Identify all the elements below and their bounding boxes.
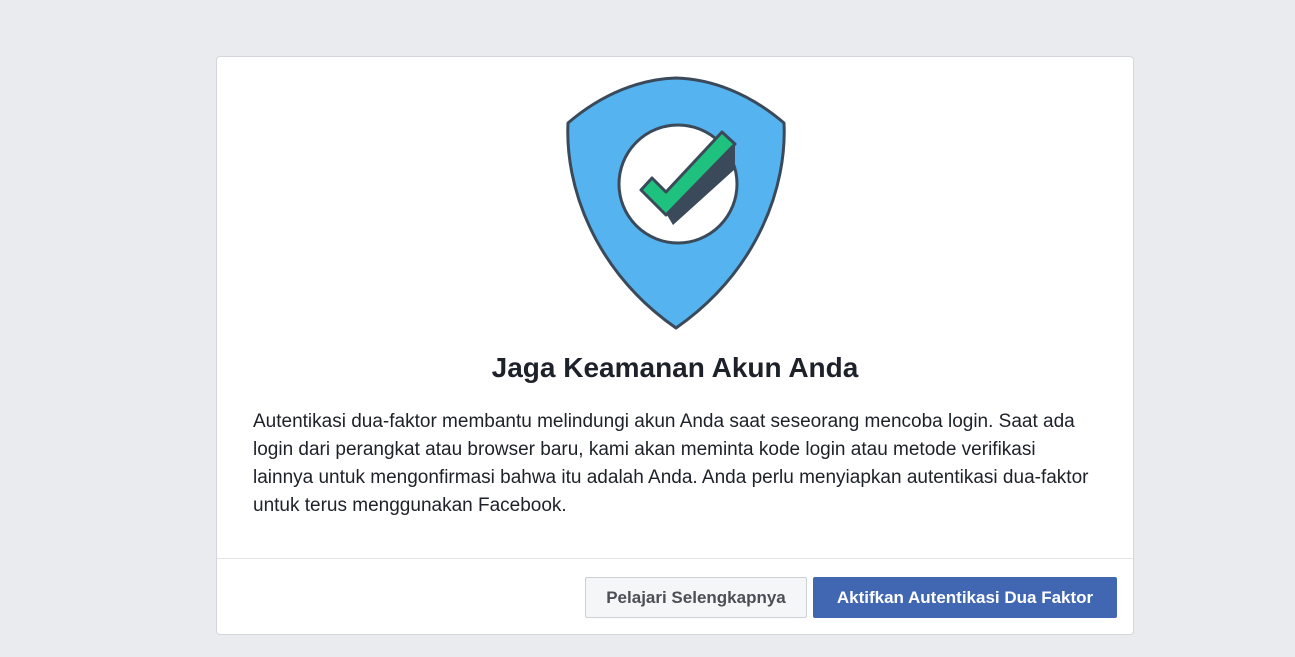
dialog-description: Autentikasi dua-faktor membantu melindun…	[253, 411, 1089, 516]
dialog-title: Jaga Keamanan Akun Anda	[491, 352, 859, 383]
two-factor-dialog: Jaga Keamanan Akun Anda Autentikasi dua-…	[216, 56, 1134, 635]
footer-divider	[217, 558, 1133, 559]
enable-two-factor-button[interactable]: Aktifkan Autentikasi Dua Faktor	[813, 577, 1117, 618]
shield-check-icon	[563, 75, 789, 331]
learn-more-button[interactable]: Pelajari Selengkapnya	[585, 577, 807, 618]
